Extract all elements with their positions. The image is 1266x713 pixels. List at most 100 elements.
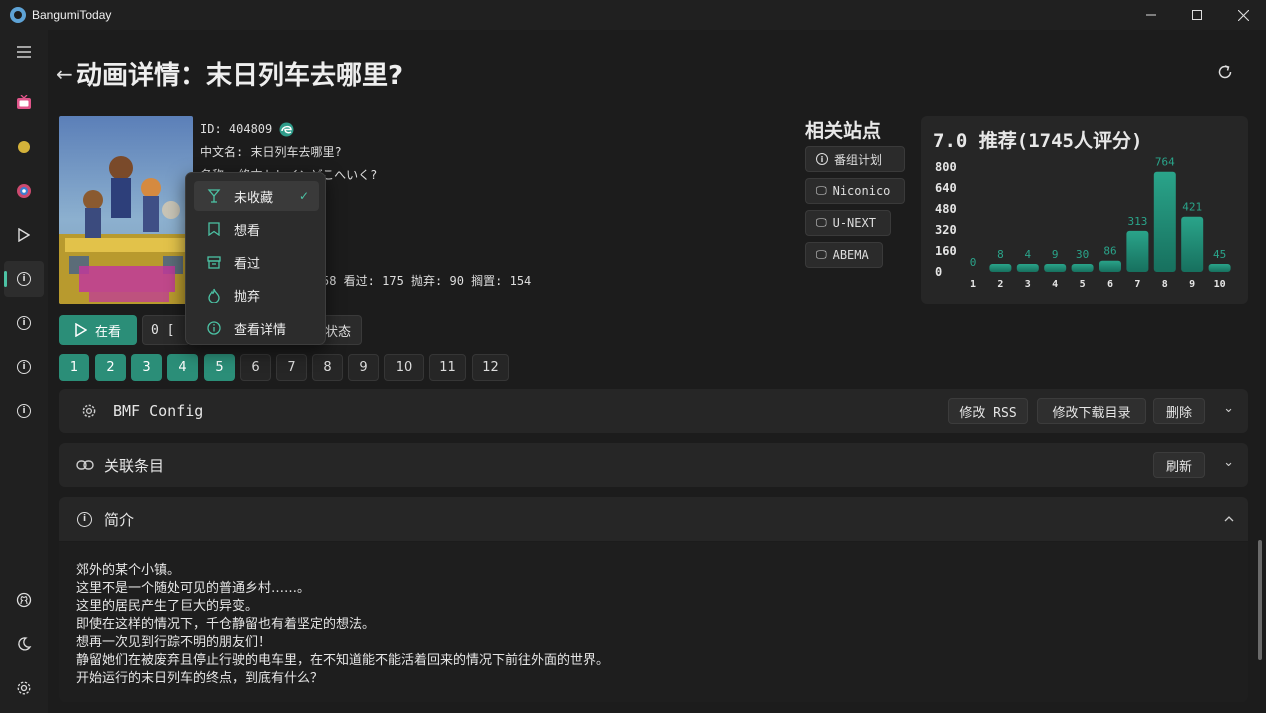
y-tick-label: 480 xyxy=(935,202,957,216)
bmf-config-header[interactable]: BMF Config 修改 RSS 修改下载目录 删除 ⌄ xyxy=(59,389,1248,433)
subject-id: ID: 404809 xyxy=(200,122,273,136)
relations-panel: 关联条目 刷新 ⌄ xyxy=(59,443,1248,487)
episode-button[interactable]: 1 xyxy=(59,354,89,381)
bar-value-label: 0 xyxy=(970,256,977,269)
maximize-button[interactable] xyxy=(1174,0,1220,30)
chevron-down-icon[interactable]: ⌄ xyxy=(1223,455,1234,470)
episode-button[interactable]: 3 xyxy=(131,354,162,381)
vertical-scrollbar[interactable] xyxy=(1258,540,1262,660)
info-icon: i xyxy=(816,153,828,165)
menu-item-dropped[interactable]: 抛弃 xyxy=(194,280,319,310)
episode-button[interactable]: 4 xyxy=(167,354,198,381)
menu-item-details[interactable]: 查看详情 xyxy=(194,313,319,343)
x-tick-label: 5 xyxy=(1080,279,1086,290)
edge-link-icon[interactable] xyxy=(279,122,294,137)
edit-download-dir-button[interactable]: 修改下载目录 xyxy=(1037,398,1146,424)
intro-header[interactable]: i 简介 xyxy=(59,497,1248,541)
nav-info-active-icon[interactable]: i xyxy=(4,261,44,297)
intro-panel: i 简介 xyxy=(59,497,1248,541)
nav-theme-moon-icon[interactable] xyxy=(4,626,44,662)
x-tick-label: 7 xyxy=(1134,279,1140,290)
y-tick-label: 0 xyxy=(935,265,942,279)
episode-button[interactable]: 12 xyxy=(472,354,509,381)
episode-button[interactable]: 7 xyxy=(276,354,307,381)
gear-icon xyxy=(81,403,97,419)
rating-bar xyxy=(1099,260,1121,272)
episode-button[interactable]: 8 xyxy=(312,354,343,381)
watching-status-button[interactable]: 在看 xyxy=(59,315,137,345)
site-link-bangumi[interactable]: i 番组计划 xyxy=(805,146,905,172)
x-tick-label: 1 xyxy=(970,279,976,290)
episode-button[interactable]: 2 xyxy=(95,354,126,381)
episode-button[interactable]: 11 xyxy=(429,354,466,381)
relations-title: 关联条目 xyxy=(104,456,165,475)
nav-tv-icon[interactable] xyxy=(4,85,44,121)
nav-github-icon[interactable] xyxy=(4,582,44,618)
menu-item-label: 查看详情 xyxy=(234,322,287,338)
intro-paragraph: 想再一次见到行踪不明的朋友们！ xyxy=(76,635,272,650)
bar-value-label: 86 xyxy=(1103,245,1116,258)
site-link-niconico[interactable]: 🖵 Niconico xyxy=(805,178,905,204)
title-bar: BangumiToday xyxy=(0,0,1266,30)
status-button-label: 状态 xyxy=(324,324,351,340)
hamburger-menu-icon[interactable] xyxy=(4,34,44,70)
intro-paragraph: 郊外的某个小镇。 xyxy=(76,563,181,578)
chevron-down-icon[interactable]: ⌄ xyxy=(1223,401,1234,416)
refresh-relations-button[interactable]: 刷新 xyxy=(1153,452,1205,478)
rating-bar xyxy=(989,264,1012,272)
site-link-label: U-NEXT xyxy=(832,216,876,230)
edit-rss-button[interactable]: 修改 RSS xyxy=(948,398,1028,424)
info-icon: i xyxy=(77,511,92,527)
bar-value-label: 421 xyxy=(1182,201,1202,214)
flame-icon xyxy=(206,288,222,303)
nav-info-icon[interactable]: i xyxy=(4,305,44,341)
related-sites-title: 相关站点 xyxy=(805,120,882,142)
bar-value-label: 764 xyxy=(1155,156,1175,169)
minimize-button[interactable] xyxy=(1128,0,1174,30)
episode-button[interactable]: 5 xyxy=(204,354,235,381)
anime-cover-image xyxy=(59,116,193,304)
menu-item-watched[interactable]: 看过 xyxy=(194,247,319,277)
glass-icon xyxy=(206,189,222,203)
intro-paragraph: 即使在这样的情况下，千仓静留也有着坚定的想法。 xyxy=(76,617,376,632)
intro-paragraph: 这里不是一个随处可见的普通乡村……。 xyxy=(76,581,311,596)
back-arrow-icon[interactable]: ← xyxy=(56,62,73,86)
episode-progress-input[interactable]: 0 [ xyxy=(142,315,190,345)
x-tick-label: 3 xyxy=(1025,279,1031,290)
site-link-unext[interactable]: 🖵 U-NEXT xyxy=(805,210,891,236)
site-link-abema[interactable]: 🖵 ABEMA xyxy=(805,242,883,268)
chevron-up-icon[interactable] xyxy=(1224,511,1234,526)
close-button[interactable] xyxy=(1220,0,1266,30)
rating-bar xyxy=(1044,264,1067,272)
page-title: 动画详情：末日列车去哪里? xyxy=(76,61,404,91)
nav-play-icon[interactable] xyxy=(4,217,44,253)
x-tick-label: 10 xyxy=(1214,279,1226,290)
relations-header[interactable]: 关联条目 刷新 ⌄ xyxy=(59,443,1248,487)
refresh-icon[interactable] xyxy=(1216,62,1234,86)
episode-button[interactable]: 10 xyxy=(384,354,424,381)
menu-item-want[interactable]: 想看 xyxy=(194,214,319,244)
bmf-config-title: BMF Config xyxy=(113,402,204,420)
nav-info-icon[interactable]: i xyxy=(4,349,44,385)
subject-cn-name: 中文名: 末日列车去哪里? xyxy=(200,145,342,159)
monitor-icon: 🖵 xyxy=(816,216,827,229)
bmf-config-panel: BMF Config 修改 RSS 修改下载目录 删除 ⌄ xyxy=(59,389,1248,433)
intro-paragraph: 这里的居民产生了巨大的异变。 xyxy=(76,599,259,614)
nav-anime-icon[interactable] xyxy=(4,173,44,209)
x-tick-label: 6 xyxy=(1107,279,1113,290)
site-link-label: Niconico xyxy=(832,184,891,198)
bar-value-label: 9 xyxy=(1052,248,1059,261)
side-nav: i i i i xyxy=(0,30,48,713)
nav-settings-gear-icon[interactable] xyxy=(4,670,44,706)
nav-info-icon[interactable]: i xyxy=(4,393,44,429)
bar-value-label: 30 xyxy=(1076,248,1089,261)
episode-button[interactable]: 6 xyxy=(240,354,271,381)
episode-button[interactable]: 9 xyxy=(348,354,379,381)
delete-button[interactable]: 删除 xyxy=(1153,398,1205,424)
nav-dot-icon[interactable] xyxy=(4,129,44,165)
rating-bar xyxy=(1153,171,1176,272)
menu-item-uncollected[interactable]: 未收藏 ✓ xyxy=(194,181,319,211)
site-link-label: 番组计划 xyxy=(834,152,883,167)
bar-value-label: 4 xyxy=(1024,248,1031,261)
play-icon xyxy=(75,323,87,337)
